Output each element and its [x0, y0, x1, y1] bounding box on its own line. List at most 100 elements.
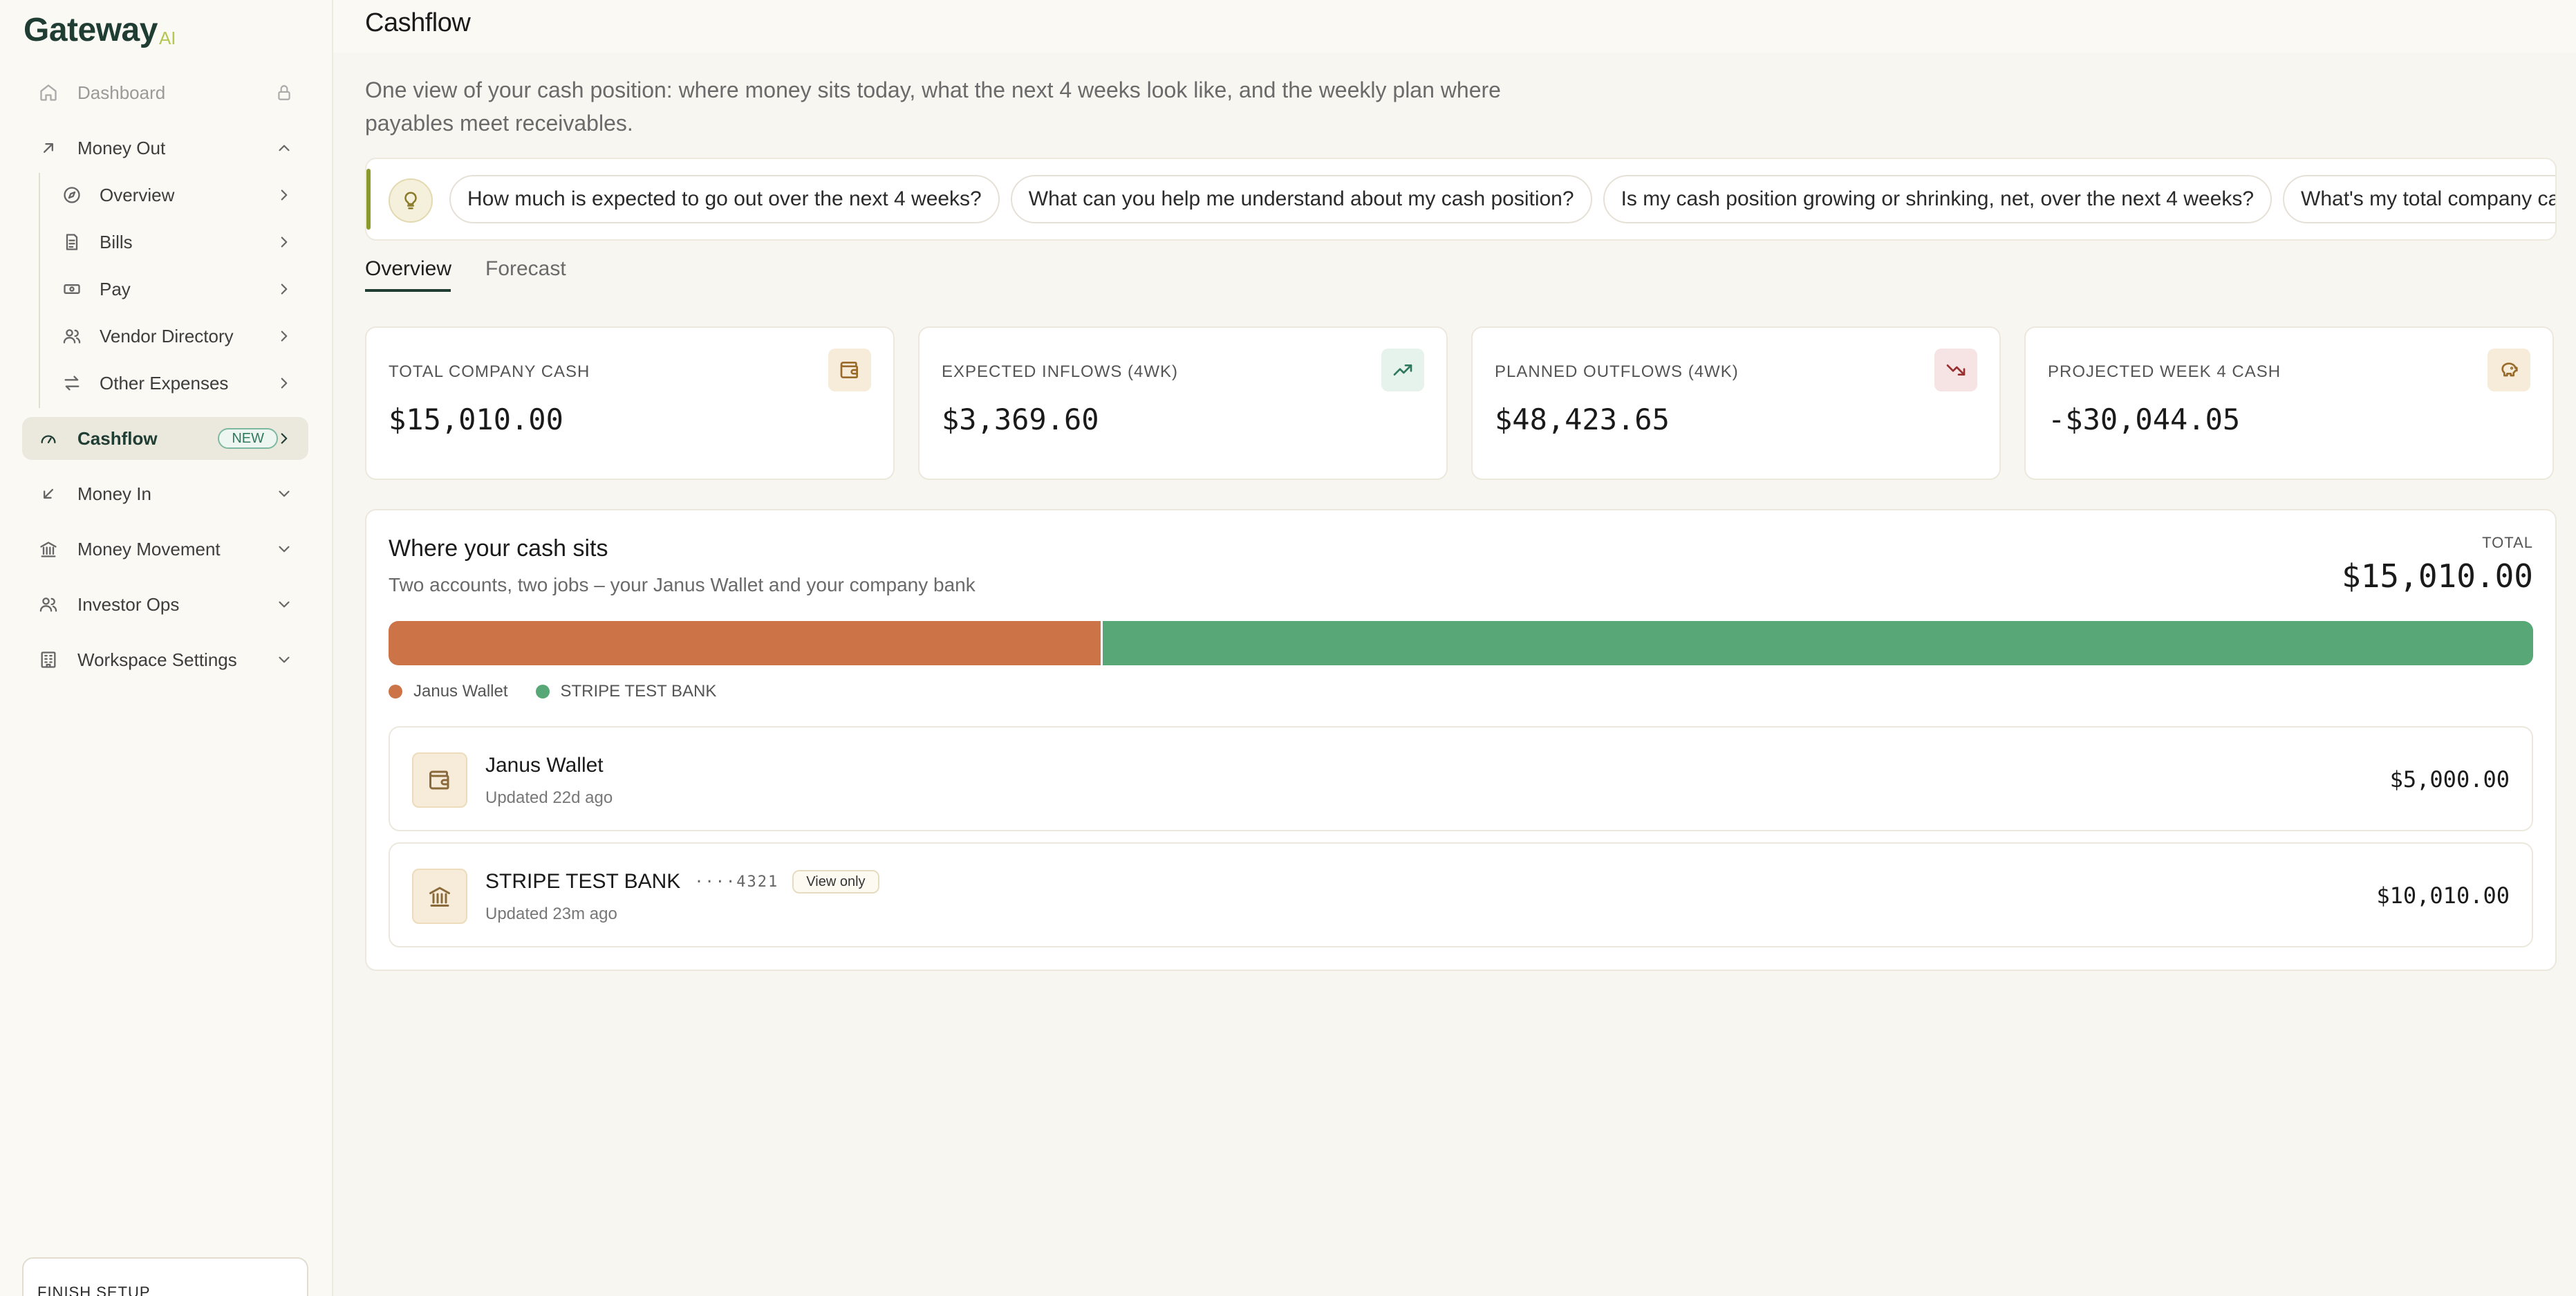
- account-row-stripe-bank[interactable]: STRIPE TEST BANK ····4321 View only Upda…: [389, 842, 2533, 947]
- sidebar-item-pay[interactable]: Pay: [22, 268, 308, 311]
- chevron-down-icon: [279, 490, 290, 497]
- suggestion-chips: How much is expected to go out over the …: [449, 175, 2555, 223]
- brand-logo[interactable]: Gateway AI: [24, 10, 176, 51]
- sidebar-item-investor-ops[interactable]: Investor Ops: [22, 583, 308, 626]
- brand-name: Gateway: [24, 12, 158, 48]
- account-name-wrap: Janus Wallet: [485, 754, 604, 777]
- sidebar-item-money-movement[interactable]: Money Movement: [22, 528, 308, 571]
- stat-value: -$30,044.05: [2048, 402, 2241, 436]
- compass-icon: [64, 187, 80, 203]
- sidebar: Gateway AI Dashboard Money Out Overview …: [0, 0, 333, 1296]
- trending-up-icon: [1381, 349, 1424, 391]
- chevron-down-icon: [279, 601, 290, 608]
- tab-overview[interactable]: Overview: [365, 257, 451, 281]
- sidebar-item-dashboard[interactable]: Dashboard: [22, 71, 308, 114]
- lock-icon: [278, 85, 290, 100]
- ai-suggestion-bar: How much is expected to go out over the …: [365, 158, 2557, 241]
- suggestion-chip[interactable]: Is my cash position growing or shrinking…: [1603, 175, 2272, 223]
- sidebar-item-label: Cashflow: [77, 427, 158, 449]
- finish-setup-label: FINISH SETUP: [37, 1284, 151, 1296]
- sidebar-item-other-expenses[interactable]: Other Expenses: [22, 362, 308, 405]
- page-intro: One view of your cash position: where mo…: [365, 77, 1501, 136]
- sidebar-item-overview[interactable]: Overview: [22, 174, 308, 216]
- arrow-up-right-icon: [44, 143, 54, 153]
- stat-card-projected-week4: PROJECTED WEEK 4 CASH -$30,044.05: [2024, 326, 2554, 480]
- view-only-badge: View only: [792, 870, 879, 894]
- chevron-up-icon: [279, 145, 290, 151]
- section-title: Where your cash sits: [389, 535, 608, 562]
- swap-icon: [64, 376, 80, 391]
- account-name: STRIPE TEST BANK: [485, 870, 681, 893]
- total-value: $15,010.00: [2342, 557, 2533, 595]
- chevron-down-icon: [279, 546, 290, 553]
- stat-label: EXPECTED INFLOWS (4WK): [942, 362, 1179, 381]
- chevron-right-icon: [281, 237, 288, 248]
- chevron-right-icon: [281, 378, 288, 389]
- sidebar-item-label: Money Out: [77, 137, 166, 158]
- wallet-icon: [412, 752, 467, 808]
- chevron-right-icon: [281, 331, 288, 342]
- stat-value: $48,423.65: [1495, 402, 1670, 436]
- suggestion-chip[interactable]: How much is expected to go out over the …: [449, 175, 1000, 223]
- stat-label: PROJECTED WEEK 4 CASH: [2048, 362, 2281, 381]
- active-tab-indicator: [365, 289, 451, 292]
- account-name-wrap: STRIPE TEST BANK ····4321 View only: [485, 870, 879, 894]
- sidebar-item-money-out[interactable]: Money Out: [22, 127, 308, 169]
- stat-value: $15,010.00: [389, 402, 563, 436]
- gauge-icon: [41, 435, 56, 443]
- total-label: TOTAL: [2482, 534, 2533, 551]
- legend-item: STRIPE TEST BANK: [535, 682, 717, 701]
- piggy-bank-icon: [2488, 349, 2530, 391]
- sidebar-item-label: Money In: [77, 483, 151, 504]
- lightbulb-icon: [389, 178, 433, 223]
- account-row-janus-wallet[interactable]: Janus Wallet Updated 22d ago $5,000.00: [389, 726, 2533, 831]
- suggestion-chip[interactable]: What's my total company cash: [2283, 175, 2555, 223]
- allocation-segment-stripe-bank[interactable]: [1103, 621, 2533, 665]
- account-balance: $10,010.00: [2376, 882, 2510, 909]
- sidebar-item-label: Overview: [100, 184, 175, 205]
- cash-icon: [64, 284, 80, 294]
- arrow-down-left-icon: [44, 489, 54, 499]
- finish-setup-card[interactable]: FINISH SETUP: [22, 1257, 308, 1296]
- home-icon: [40, 84, 57, 101]
- account-balance: $5,000.00: [2389, 766, 2510, 793]
- document-icon: [66, 234, 78, 250]
- allocation-bar: [389, 621, 2533, 665]
- stat-card-total-cash: TOTAL COMPANY CASH $15,010.00: [365, 326, 895, 480]
- legend-label: STRIPE TEST BANK: [560, 682, 717, 701]
- main-content: Cashflow One view of your cash position:…: [333, 0, 2576, 1296]
- legend-label: Janus Wallet: [413, 682, 508, 701]
- stat-label: TOTAL COMPANY CASH: [389, 362, 590, 381]
- allocation-segment-janus-wallet[interactable]: [389, 621, 1103, 665]
- suggestion-chip[interactable]: What can you help me understand about my…: [1010, 175, 1592, 223]
- bank-icon: [40, 541, 57, 557]
- sidebar-item-label: Workspace Settings: [77, 649, 237, 670]
- account-number-mask: ····4321: [694, 873, 779, 891]
- account-updated: Updated 22d ago: [485, 788, 613, 807]
- legend-swatch: [535, 685, 550, 698]
- sidebar-item-label: Bills: [100, 231, 133, 252]
- stat-value: $3,369.60: [942, 402, 1099, 436]
- brand-suffix: AI: [158, 28, 176, 48]
- tab-forecast[interactable]: Forecast: [485, 257, 566, 281]
- top-bar: Cashflow: [333, 0, 2576, 53]
- building-icon: [41, 651, 56, 668]
- sidebar-item-money-in[interactable]: Money In: [22, 472, 308, 515]
- wallet-icon: [828, 349, 871, 391]
- sidebar-item-cashflow[interactable]: Cashflow NEW: [22, 417, 308, 460]
- chevron-down-icon: [279, 656, 290, 663]
- sidebar-item-bills[interactable]: Bills: [22, 221, 308, 263]
- sidebar-item-label: Money Movement: [77, 538, 221, 559]
- sidebar-item-workspace-settings[interactable]: Workspace Settings: [22, 638, 308, 681]
- chevron-right-icon: [281, 284, 288, 295]
- trending-down-icon: [1934, 349, 1977, 391]
- users-icon: [63, 329, 81, 344]
- users-icon: [39, 598, 57, 612]
- sidebar-item-label: Vendor Directory: [100, 325, 234, 346]
- stat-label: PLANNED OUTFLOWS (4WK): [1495, 362, 1739, 381]
- sidebar-item-vendor-directory[interactable]: Vendor Directory: [22, 315, 308, 358]
- sidebar-item-label: Other Expenses: [100, 372, 229, 394]
- chevron-right-icon: [281, 433, 288, 444]
- sidebar-item-label: Dashboard: [77, 82, 166, 103]
- legend-swatch: [389, 685, 402, 698]
